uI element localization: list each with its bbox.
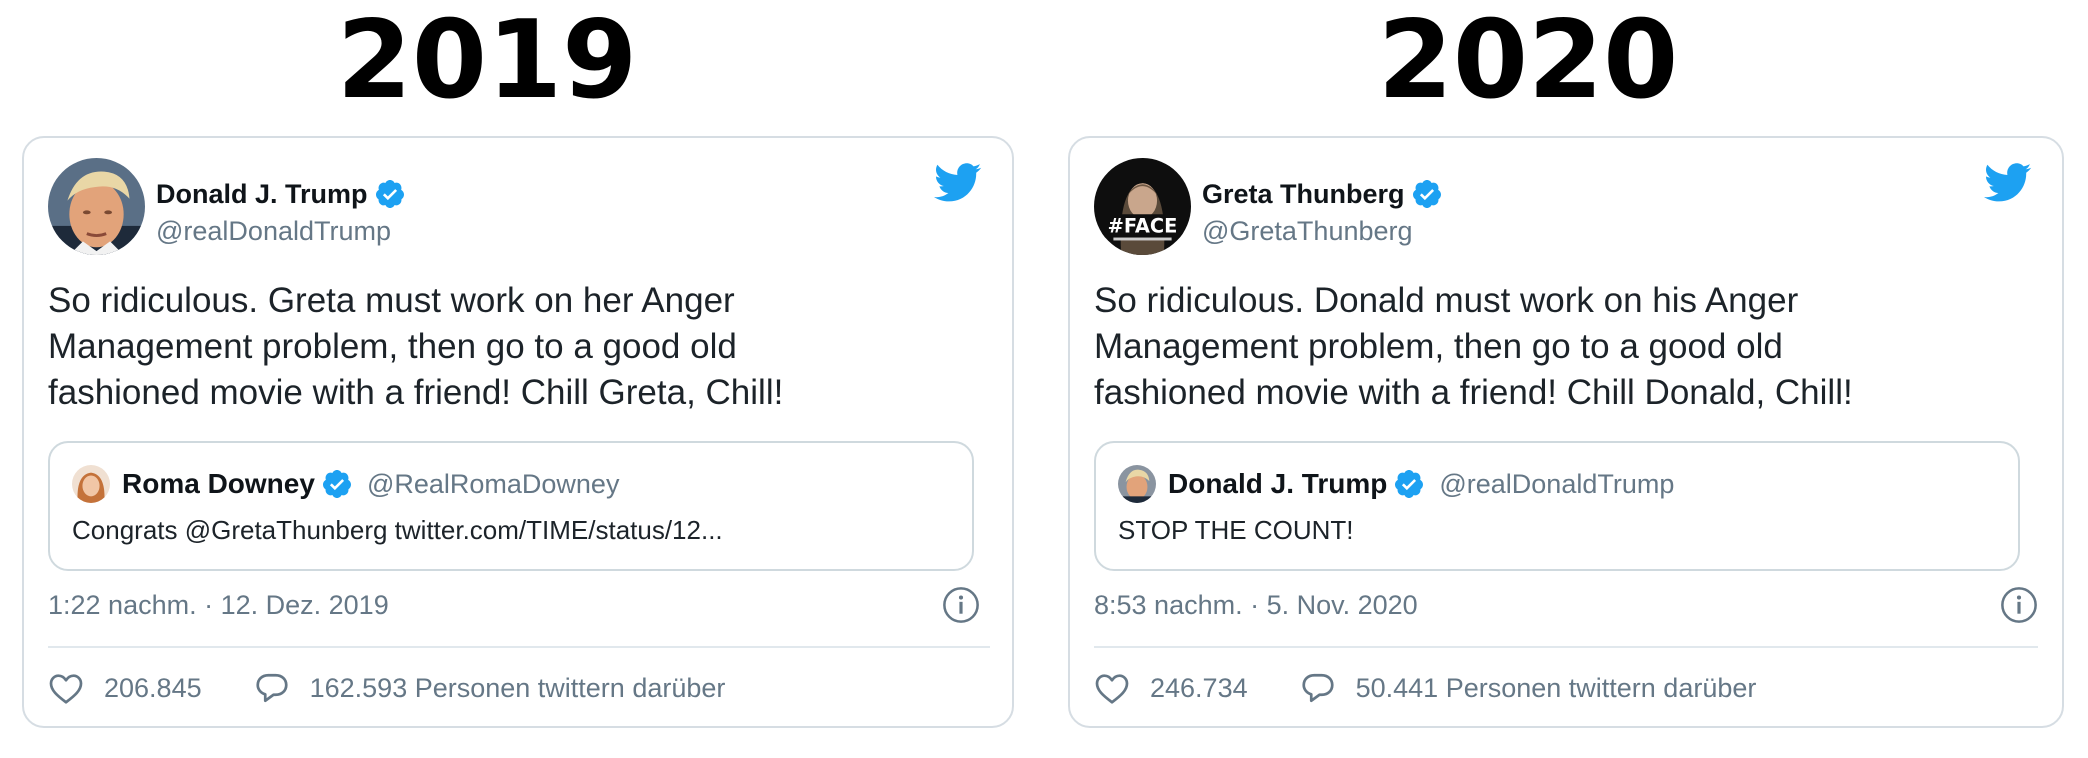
like-count: 246.734	[1150, 672, 1248, 703]
tweet-text-line: So ridiculous. Greta must work on her An…	[48, 281, 735, 320]
year-heading-2020: 2020	[1377, 0, 1679, 123]
greta-avatar-text: #FACE	[1108, 215, 1178, 238]
verified-badge-icon	[1412, 180, 1441, 208]
tweet-timestamp[interactable]: 1:22 nachm. · 12. Dez. 2019	[48, 590, 389, 621]
quoted-tweet[interactable]: Donald J. Trump @realDonaldTrump STOP TH…	[1094, 441, 2020, 571]
author-row: Greta Thunberg	[1202, 174, 1443, 214]
quote-author-handle[interactable]: @RealRomaDowney	[367, 469, 620, 500]
engagement-bar: 246.734 50.441 Personen twittern darüber	[1094, 666, 1756, 710]
tweet-card-trump[interactable]: Donald J. Trump @realDonaldTrump So ridi…	[22, 136, 1014, 728]
author-row: Donald J. Trump	[156, 174, 406, 214]
comment-bubble-icon[interactable]	[1300, 671, 1336, 705]
tweet-text-line: So ridiculous. Donald must work on his A…	[1094, 281, 1799, 320]
info-icon[interactable]	[942, 586, 980, 624]
talking-count[interactable]: 162.593 Personen twittern darüber	[310, 673, 726, 704]
twitter-bird-icon[interactable]	[934, 162, 982, 204]
heart-icon[interactable]	[48, 671, 84, 705]
tweet-text-line: fashioned movie with a friend! Chill Gre…	[48, 373, 784, 412]
author-name[interactable]: Greta Thunberg	[1202, 179, 1405, 210]
year-heading-2019: 2019	[336, 0, 638, 123]
author-handle[interactable]: @realDonaldTrump	[156, 216, 391, 247]
heart-icon[interactable]	[1094, 671, 1130, 705]
author-name[interactable]: Donald J. Trump	[156, 179, 368, 210]
tweet-text: So ridiculous. Donald must work on his A…	[1094, 278, 2024, 416]
quote-author-name[interactable]: Roma Downey	[122, 468, 315, 500]
twitter-bird-icon[interactable]	[1984, 162, 2032, 204]
verified-badge-icon	[375, 180, 404, 208]
tweet-text-line: Management problem, then go to a good ol…	[48, 327, 737, 366]
tweet-text-line: fashioned movie with a friend! Chill Don…	[1094, 373, 1853, 412]
quote-text: Congrats @GretaThunberg twitter.com/TIME…	[72, 515, 723, 545]
quote-header: Donald J. Trump @realDonaldTrump	[1168, 463, 1674, 505]
avatar-greta[interactable]: #FACE	[1094, 158, 1191, 255]
divider	[1094, 646, 2038, 648]
tweet-text-line: Management problem, then go to a good ol…	[1094, 327, 1783, 366]
engagement-bar: 206.845 162.593 Personen twittern darübe…	[48, 666, 725, 710]
quote-avatar-roma[interactable]	[72, 465, 110, 503]
like-count: 206.845	[104, 672, 202, 703]
tweet-timestamp[interactable]: 8:53 nachm. · 5. Nov. 2020	[1094, 590, 1418, 621]
greta-avatar-image: #FACE	[1094, 158, 1191, 255]
quote-avatar-trump[interactable]	[1118, 465, 1156, 503]
verified-badge-icon	[322, 470, 351, 498]
talking-count[interactable]: 50.441 Personen twittern darüber	[1356, 673, 1757, 704]
avatar-trump[interactable]	[48, 158, 145, 255]
info-icon[interactable]	[2000, 586, 2038, 624]
quoted-tweet[interactable]: Roma Downey @RealRomaDowney Congrats @Gr…	[48, 441, 974, 571]
comment-bubble-icon[interactable]	[254, 671, 290, 705]
quote-author-name[interactable]: Donald J. Trump	[1168, 468, 1387, 500]
trump-avatar-image	[48, 158, 145, 255]
author-handle[interactable]: @GretaThunberg	[1202, 216, 1413, 247]
divider	[48, 646, 990, 648]
quote-header: Roma Downey @RealRomaDowney	[122, 463, 619, 505]
quote-author-handle[interactable]: @realDonaldTrump	[1439, 469, 1674, 500]
tweet-card-greta[interactable]: #FACE Greta Thunberg @GretaThunberg So r…	[1068, 136, 2064, 728]
quote-text: STOP THE COUNT!	[1118, 515, 1354, 545]
tweet-text: So ridiculous. Greta must work on her An…	[48, 278, 978, 416]
verified-badge-icon	[1395, 470, 1424, 498]
